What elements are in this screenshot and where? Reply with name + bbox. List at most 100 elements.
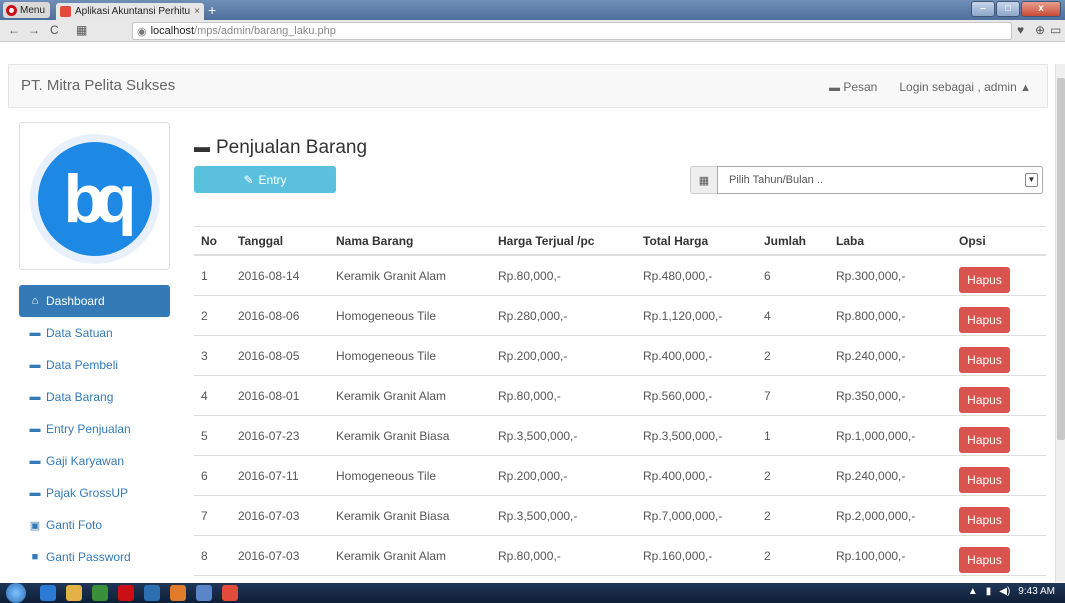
window-close-icon[interactable]: x [1021, 1, 1061, 17]
login-link[interactable]: Login sebagai , admin ▲ [899, 80, 1031, 94]
volume-icon[interactable]: ◀) [999, 586, 1010, 597]
sidebar-item-label: Ganti Password [46, 550, 131, 564]
heart-icon[interactable]: ♥ [1017, 23, 1024, 37]
sales-table: No Tanggal Nama Barang Harga Terjual /pc… [194, 226, 1046, 576]
browser-tab[interactable]: Aplikasi Akuntansi Perhitu × [56, 3, 204, 20]
cell-tanggal: 2016-08-01 [238, 388, 300, 403]
url-path: /mps/admin/barang_laku.php [194, 25, 336, 37]
period-select[interactable]: Pilih Tahun/Bulan .. ▼ [717, 166, 1043, 194]
cell-harga: Rp.200,000,- [498, 468, 568, 483]
cell-laba: Rp.240,000,- [836, 468, 906, 483]
sidebar-item-label: Data Satuan [46, 326, 113, 340]
table-row: 5 2016-07-23 Keramik Granit Biasa Rp.3,500,… [194, 416, 1046, 456]
home-icon: ⌂ [31, 295, 39, 307]
table-row: 2 2016-08-06 Homogeneous Tile Rp.280,000,- R… [194, 296, 1046, 336]
cell-jumlah: 7 [764, 388, 771, 403]
cell-harga: Rp.3,500,000,- [498, 428, 578, 443]
sidebar-item-label: Dashboard [46, 294, 105, 308]
chevron-down-icon[interactable]: ▼ [1025, 173, 1038, 187]
firefox-icon[interactable] [170, 585, 186, 601]
sidebar-item-data-barang[interactable]: ▬ Data Barang [19, 381, 170, 413]
url-field[interactable]: ◉ localhost/mps/admin/barang_laku.php [132, 22, 1012, 40]
new-tab-icon[interactable]: + [208, 2, 216, 18]
entry-button[interactable]: ✎ Entry [194, 166, 336, 193]
cell-tanggal: 2016-08-14 [238, 268, 300, 283]
cell-jumlah: 1 [764, 428, 771, 443]
profile-photo-panel: bq [19, 122, 170, 270]
start-button-icon[interactable] [6, 583, 26, 603]
column-header: No [201, 233, 217, 248]
page-title-text: Penjualan Barang [216, 137, 368, 158]
reload-icon[interactable]: C [50, 23, 59, 37]
hapus-button[interactable]: Hapus [959, 427, 1010, 453]
browser-titlebar: Menu Aplikasi Akuntansi Perhitu × + ≡ – … [0, 0, 1065, 20]
cell-jumlah: 2 [764, 508, 771, 523]
cell-no: 3 [201, 348, 208, 363]
tab-close-icon[interactable]: × [194, 6, 200, 17]
calendar-icon: ▦ [690, 166, 717, 194]
ie-icon[interactable] [40, 585, 56, 601]
picture-icon: ▣ [29, 519, 41, 532]
sidebar-item-dashboard[interactable]: ⌂ Dashboard [19, 285, 170, 317]
word-icon[interactable] [196, 585, 212, 601]
download-icon[interactable]: ⊕ [1035, 23, 1045, 37]
user-icon: ▲ [1020, 82, 1031, 94]
cell-tanggal: 2016-08-05 [238, 348, 300, 363]
speed-dial-icon[interactable]: ▦ [76, 23, 87, 37]
briefcase-icon: ▬ [29, 327, 41, 339]
page-scrollbar[interactable] [1055, 64, 1065, 582]
hapus-button[interactable]: Hapus [959, 387, 1010, 413]
cell-total: Rp.400,000,- [643, 468, 713, 483]
browser-menu-button[interactable]: Menu [3, 2, 51, 18]
app-icon[interactable] [222, 585, 238, 601]
hapus-button[interactable]: Hapus [959, 507, 1010, 533]
scrollbar-thumb[interactable] [1057, 78, 1065, 440]
cell-no: 6 [201, 468, 208, 483]
brand-name[interactable]: PT. Mitra Pelita Sukses [21, 77, 175, 94]
cell-no: 1 [201, 268, 208, 283]
sidebar-item-data-satuan[interactable]: ▬ Data Satuan [19, 317, 170, 349]
tab-title: Aplikasi Akuntansi Perhitu [75, 6, 191, 17]
table-header: No Tanggal Nama Barang Harga Terjual /pc… [194, 226, 1046, 256]
cell-opsi: Hapus [952, 418, 1046, 453]
clock[interactable]: 9:43 AM [1018, 586, 1055, 597]
hapus-button[interactable]: Hapus [959, 307, 1010, 333]
maximize-icon[interactable]: □ [996, 1, 1020, 17]
cell-jumlah: 2 [764, 348, 771, 363]
hapus-button[interactable]: Hapus [959, 467, 1010, 493]
column-header: Jumlah [764, 233, 807, 248]
tray-arrow-icon[interactable]: ▲ [968, 586, 978, 597]
table-row: 7 2016-07-03 Keramik Granit Biasa Rp.3,500,… [194, 496, 1046, 536]
column-header: Nama Barang [336, 233, 414, 248]
cell-laba: Rp.300,000,- [836, 268, 906, 283]
minimize-icon[interactable]: – [971, 1, 995, 17]
site-info-icon[interactable]: ◉ [137, 25, 147, 38]
sidebar-item-entry-penjualan[interactable]: ▬ Entry Penjualan [19, 413, 170, 445]
pesan-link[interactable]: ▬ Pesan [829, 80, 877, 94]
sidebar-toggle-icon[interactable]: ▭ [1050, 23, 1061, 37]
sidebar-item-data-pembeli[interactable]: ▬ Data Pembeli [19, 349, 170, 381]
back-icon[interactable]: ← [8, 23, 20, 37]
sidebar-item-ganti-password[interactable]: ■ Ganti Password [19, 541, 170, 573]
cell-nama: Homogeneous Tile [336, 348, 437, 363]
cell-no: 2 [201, 308, 208, 323]
sidebar-item-label: Gaji Karyawan [46, 454, 125, 468]
explorer-icon[interactable] [66, 585, 82, 601]
sidebar-item-pajak-grossup[interactable]: ▬ Pajak GrossUP [19, 477, 170, 509]
hapus-button[interactable]: Hapus [959, 547, 1010, 573]
cell-nama: Keramik Granit Biasa [336, 428, 450, 443]
cell-tanggal: 2016-07-11 [238, 468, 299, 483]
cell-harga: Rp.80,000,- [498, 548, 561, 563]
cell-harga: Rp.280,000,- [498, 308, 568, 323]
cell-laba: Rp.1,000,000,- [836, 428, 916, 443]
chrome-icon[interactable] [144, 585, 160, 601]
hapus-button[interactable]: Hapus [959, 267, 1010, 293]
cell-opsi: Hapus [952, 298, 1046, 333]
sidebar-item-gaji-karyawan[interactable]: ▬ Gaji Karyawan [19, 445, 170, 477]
sidebar-item-ganti-foto[interactable]: ▣ Ganti Foto [19, 509, 170, 541]
forward-icon[interactable]: → [28, 23, 40, 37]
media-player-icon[interactable] [92, 585, 108, 601]
hapus-button[interactable]: Hapus [959, 347, 1010, 373]
network-icon[interactable]: ▮ [986, 586, 992, 597]
opera-taskbar-icon[interactable] [118, 585, 134, 601]
